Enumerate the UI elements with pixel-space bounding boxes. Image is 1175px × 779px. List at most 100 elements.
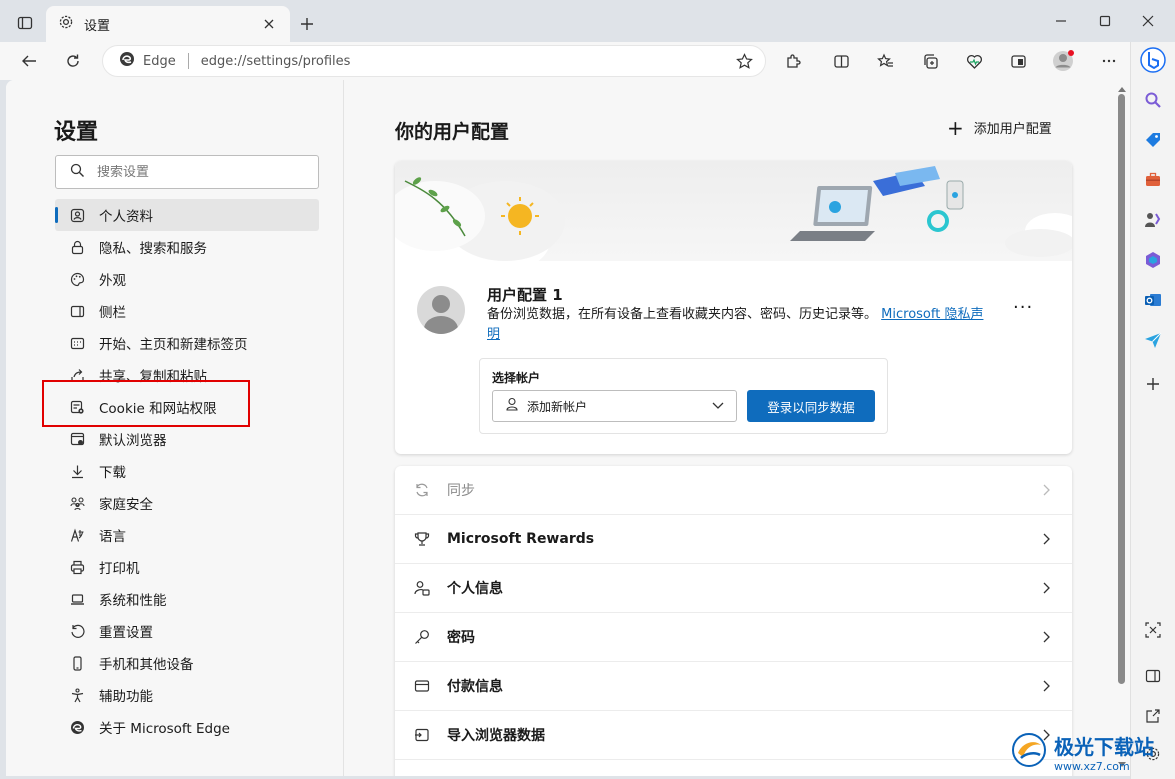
address-url[interactable]: edge://settings/profiles [201, 54, 729, 69]
nav-item-label: 隐私、搜索和服务 [99, 241, 207, 257]
collections-icon[interactable] [915, 46, 945, 76]
row-label: 个人信息 [447, 581, 503, 597]
nav-item-label: 个人资料 [99, 209, 153, 225]
account-dropdown[interactable]: 添加新帐户 [492, 390, 737, 422]
nav-item-profiles[interactable]: 个人资料 [55, 199, 319, 231]
nav-item-family[interactable]: 家庭安全 [55, 487, 319, 519]
address-bar[interactable]: Edge edge://settings/profiles [102, 45, 766, 77]
chevron-right-icon [1040, 630, 1054, 644]
row-import-data[interactable]: 导入浏览器数据 [395, 711, 1072, 760]
row-label: 同步 [447, 483, 475, 499]
chevron-down-icon [712, 399, 724, 414]
nav-item-label: 辅助功能 [99, 689, 153, 705]
chevron-right-icon [1040, 532, 1054, 546]
search-input[interactable] [97, 164, 297, 180]
search-icon[interactable] [1139, 86, 1167, 114]
nav-item-printers[interactable]: 打印机 [55, 551, 319, 583]
page-scrollbar[interactable] [1114, 80, 1130, 776]
profile-more-icon[interactable]: ··· [1013, 297, 1033, 318]
profile-desc-text: 备份浏览数据，在所有设备上查看收藏夹内容、密码、历史记录等。 [487, 307, 878, 322]
chevron-right-icon [1040, 679, 1054, 693]
profile-avatar-icon[interactable] [1048, 46, 1078, 76]
games-icon[interactable] [1139, 206, 1167, 234]
tab-actions-icon[interactable] [12, 12, 38, 34]
scroll-up-icon[interactable] [1117, 84, 1127, 94]
row-rewards[interactable]: Microsoft Rewards [395, 515, 1072, 564]
minimize-button[interactable] [1046, 10, 1076, 32]
hide-sidebar-icon[interactable] [1139, 662, 1167, 690]
import-icon [413, 726, 431, 744]
search-box[interactable] [55, 155, 319, 189]
new-tab-button[interactable] [296, 13, 318, 35]
nav-item-system[interactable]: 系统和性能 [55, 583, 319, 615]
gear-icon [58, 14, 74, 34]
extensions-icon[interactable] [778, 46, 808, 76]
row-personal-info[interactable]: 个人信息 [395, 564, 1072, 613]
more-menu-icon[interactable] [1094, 46, 1124, 76]
row-label: 密码 [447, 630, 475, 646]
sync-icon [413, 481, 431, 499]
nav-item-about[interactable]: 关于 Microsoft Edge [55, 711, 319, 743]
bing-chat-icon[interactable] [1139, 46, 1167, 74]
nav-item-start-home[interactable]: 开始、主页和新建标签页 [55, 327, 319, 359]
download-icon [69, 463, 85, 479]
nav-item-default-browser[interactable]: 默认浏览器 [55, 423, 319, 455]
settings-page: 设置 个人资料 隐私、搜索和服务 外观 侧栏 [6, 80, 1130, 776]
outlook-icon[interactable] [1139, 286, 1167, 314]
maximize-button[interactable] [1090, 10, 1120, 32]
row-passwords[interactable]: 密码 [395, 613, 1072, 662]
screenshot-icon[interactable] [1139, 616, 1167, 644]
edge-logo-icon [119, 51, 135, 71]
close-tab-icon[interactable] [260, 15, 278, 33]
row-label: Microsoft Rewards [447, 531, 595, 547]
account-box: 选择帐户 添加新帐户 登录以同步数据 [479, 358, 888, 434]
person-card-icon [413, 579, 431, 597]
nav-item-languages[interactable]: 语言 [55, 519, 319, 551]
nav-item-accessibility[interactable]: 辅助功能 [55, 679, 319, 711]
scroll-thumb[interactable] [1118, 94, 1125, 684]
microsoft365-icon[interactable] [1139, 246, 1167, 274]
profile-card: 用户配置 1 备份浏览数据，在所有设备上查看收藏夹内容、密码、历史记录等。 Mi… [395, 161, 1072, 454]
favorite-star-icon[interactable] [729, 46, 759, 76]
add-sidebar-app-icon[interactable] [1139, 370, 1167, 398]
add-profile-button[interactable]: + 添加用户配置 [947, 118, 1052, 138]
laptop-icon [69, 591, 85, 607]
split-screen-icon[interactable] [826, 46, 856, 76]
tools-briefcase-icon[interactable] [1139, 166, 1167, 194]
tab-settings[interactable]: 设置 [46, 6, 290, 42]
favorites-icon[interactable] [870, 46, 900, 76]
close-window-button[interactable] [1133, 10, 1163, 32]
nav-item-label: 家庭安全 [99, 497, 153, 513]
nav-item-label: 语言 [99, 529, 126, 545]
back-button[interactable] [14, 46, 44, 76]
browser-essentials-icon[interactable] [959, 46, 989, 76]
credit-card-icon [413, 677, 431, 695]
lock-icon [69, 239, 85, 255]
accessibility-icon [69, 687, 85, 703]
drop-send-icon[interactable] [1139, 326, 1167, 354]
watermark-logo-icon [1010, 731, 1048, 773]
browser-icon [69, 431, 85, 447]
shopping-tag-icon[interactable] [1139, 126, 1167, 154]
nav-item-label: 手机和其他设备 [99, 657, 194, 673]
nav-item-privacy[interactable]: 隐私、搜索和服务 [55, 231, 319, 263]
row-label: 导入浏览器数据 [447, 728, 545, 744]
row-payment-info[interactable]: 付款信息 [395, 662, 1072, 711]
address-site-label: Edge [143, 53, 176, 69]
reset-icon [69, 623, 85, 639]
account-label: 选择帐户 [492, 371, 541, 385]
row-sync[interactable]: 同步 [395, 466, 1072, 515]
nav-item-appearance[interactable]: 外观 [55, 263, 319, 295]
key-icon [413, 628, 431, 646]
nav-item-downloads[interactable]: 下载 [55, 455, 319, 487]
refresh-button[interactable] [58, 46, 88, 76]
nav-item-reset[interactable]: 重置设置 [55, 615, 319, 647]
nav-item-label: 关于 Microsoft Edge [99, 721, 230, 737]
family-icon [69, 495, 85, 511]
office-icon[interactable] [1003, 46, 1033, 76]
nav-item-phone[interactable]: 手机和其他设备 [55, 647, 319, 679]
nav-item-label: 外观 [99, 273, 126, 289]
address-separator [187, 53, 189, 69]
nav-item-sidebar[interactable]: 侧栏 [55, 295, 319, 327]
sign-in-sync-button[interactable]: 登录以同步数据 [747, 390, 875, 422]
